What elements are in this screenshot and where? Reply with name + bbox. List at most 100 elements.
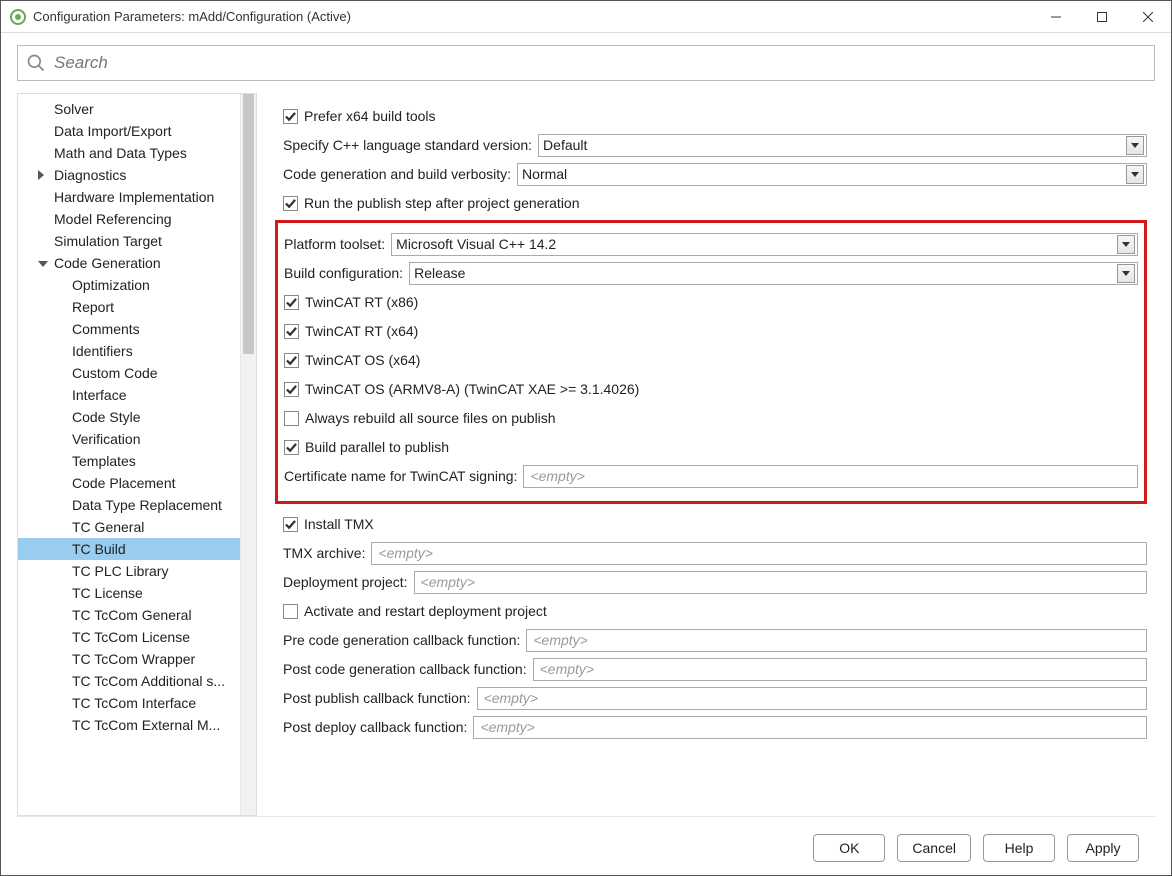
activate-restart-label: Activate and restart deployment project <box>304 603 547 619</box>
always-rebuild-label: Always rebuild all source files on publi… <box>305 410 556 426</box>
ok-button[interactable]: OK <box>813 834 885 862</box>
search-icon <box>26 53 46 73</box>
sidebar-item-math[interactable]: Math and Data Types <box>18 142 240 164</box>
app-icon <box>9 8 27 26</box>
sidebar-item-data-type-repl[interactable]: Data Type Replacement <box>18 494 240 516</box>
pre-gen-input[interactable]: <empty> <box>526 629 1147 652</box>
sidebar-item-model-ref[interactable]: Model Referencing <box>18 208 240 230</box>
toolset-label: Platform toolset: <box>284 236 385 252</box>
run-publish-checkbox[interactable]: Run the publish step after project gener… <box>283 195 580 211</box>
sidebar-item-comments[interactable]: Comments <box>18 318 240 340</box>
sidebar-scrollbar[interactable] <box>240 94 256 815</box>
verbosity-select[interactable]: Normal <box>517 163 1147 186</box>
install-tmx-checkbox[interactable]: Install TMX <box>283 516 374 532</box>
verbosity-label: Code generation and build verbosity: <box>283 166 511 182</box>
build-parallel-label: Build parallel to publish <box>305 439 449 455</box>
cpp-std-value: Default <box>543 137 1126 153</box>
cert-input[interactable]: <empty> <box>523 465 1138 488</box>
chevron-down-icon <box>1126 165 1144 184</box>
highlight-region: Platform toolset: Microsoft Visual C++ 1… <box>275 220 1147 504</box>
sidebar-item-sim-target[interactable]: Simulation Target <box>18 230 240 252</box>
post-publish-label: Post publish callback function: <box>283 690 471 706</box>
toolset-select[interactable]: Microsoft Visual C++ 14.2 <box>391 233 1138 256</box>
twincat-rt-x86-checkbox[interactable]: TwinCAT RT (x86) <box>284 294 418 310</box>
chevron-down-icon <box>1126 136 1144 155</box>
sidebar-item-hardware[interactable]: Hardware Implementation <box>18 186 240 208</box>
help-button[interactable]: Help <box>983 834 1055 862</box>
sidebar-item-interface[interactable]: Interface <box>18 384 240 406</box>
window-title: Configuration Parameters: mAdd/Configura… <box>33 9 1033 24</box>
settings-panel: Prefer x64 build tools Specify C++ langu… <box>257 93 1147 816</box>
cpp-std-label: Specify C++ language standard version: <box>283 137 532 153</box>
sidebar-item-report[interactable]: Report <box>18 296 240 318</box>
sidebar-item-tccom-external[interactable]: TC TcCom External M... <box>18 714 240 736</box>
pre-gen-label: Pre code generation callback function: <box>283 632 520 648</box>
cancel-button[interactable]: Cancel <box>897 834 971 862</box>
sidebar-item-data-import[interactable]: Data Import/Export <box>18 120 240 142</box>
tmx-archive-label: TMX archive: <box>283 545 365 561</box>
tmx-archive-placeholder: <empty> <box>378 545 432 561</box>
verbosity-value: Normal <box>522 166 1126 182</box>
twincat-os-arm-label: TwinCAT OS (ARMV8-A) (TwinCAT XAE >= 3.1… <box>305 381 639 397</box>
sidebar-item-optimization[interactable]: Optimization <box>18 274 240 296</box>
tmx-archive-input[interactable]: <empty> <box>371 542 1147 565</box>
sidebar-item-custom-code[interactable]: Custom Code <box>18 362 240 384</box>
build-parallel-checkbox[interactable]: Build parallel to publish <box>284 439 449 455</box>
minimize-button[interactable] <box>1033 1 1079 33</box>
activate-restart-checkbox[interactable]: Activate and restart deployment project <box>283 603 547 619</box>
sidebar-item-diagnostics[interactable]: Diagnostics <box>18 164 240 186</box>
twincat-rt-x64-label: TwinCAT RT (x64) <box>305 323 418 339</box>
sidebar-item-tccom-general[interactable]: TC TcCom General <box>18 604 240 626</box>
chevron-down-icon <box>1117 264 1135 283</box>
post-publish-input[interactable]: <empty> <box>477 687 1147 710</box>
always-rebuild-checkbox[interactable]: Always rebuild all source files on publi… <box>284 410 556 426</box>
twincat-os-x64-checkbox[interactable]: TwinCAT OS (x64) <box>284 352 420 368</box>
sidebar-item-tc-license[interactable]: TC License <box>18 582 240 604</box>
sidebar-item-verification[interactable]: Verification <box>18 428 240 450</box>
twincat-rt-x86-label: TwinCAT RT (x86) <box>305 294 418 310</box>
post-gen-placeholder: <empty> <box>540 661 594 677</box>
post-publish-placeholder: <empty> <box>484 690 538 706</box>
post-gen-label: Post code generation callback function: <box>283 661 527 677</box>
post-deploy-input[interactable]: <empty> <box>473 716 1147 739</box>
sidebar-item-code-gen[interactable]: Code Generation <box>18 252 240 274</box>
sidebar-item-tccom-wrapper[interactable]: TC TcCom Wrapper <box>18 648 240 670</box>
checkbox-icon <box>283 517 298 532</box>
post-gen-input[interactable]: <empty> <box>533 658 1147 681</box>
twincat-os-arm-checkbox[interactable]: TwinCAT OS (ARMV8-A) (TwinCAT XAE >= 3.1… <box>284 381 639 397</box>
search-box[interactable] <box>17 45 1155 81</box>
twincat-rt-x64-checkbox[interactable]: TwinCAT RT (x64) <box>284 323 418 339</box>
twincat-os-x64-label: TwinCAT OS (x64) <box>305 352 420 368</box>
footer: OK Cancel Help Apply <box>17 825 1155 871</box>
search-input[interactable] <box>52 52 1146 74</box>
sidebar-item-tccom-license[interactable]: TC TcCom License <box>18 626 240 648</box>
maximize-button[interactable] <box>1079 1 1125 33</box>
chevron-down-icon <box>1117 235 1135 254</box>
sidebar-item-solver[interactable]: Solver <box>18 98 240 120</box>
sidebar-item-identifiers[interactable]: Identifiers <box>18 340 240 362</box>
pre-gen-placeholder: <empty> <box>533 632 587 648</box>
sidebar-tree: Solver Data Import/Export Math and Data … <box>18 94 240 815</box>
checkbox-icon <box>283 109 298 124</box>
sidebar-item-code-style[interactable]: Code Style <box>18 406 240 428</box>
buildcfg-select[interactable]: Release <box>409 262 1138 285</box>
cert-label: Certificate name for TwinCAT signing: <box>284 468 517 484</box>
sidebar-item-templates[interactable]: Templates <box>18 450 240 472</box>
checkbox-icon <box>284 382 299 397</box>
sidebar-item-tccom-interface[interactable]: TC TcCom Interface <box>18 692 240 714</box>
sidebar-item-tc-general[interactable]: TC General <box>18 516 240 538</box>
cpp-std-select[interactable]: Default <box>538 134 1147 157</box>
post-deploy-placeholder: <empty> <box>480 719 534 735</box>
prefer-x64-checkbox[interactable]: Prefer x64 build tools <box>283 108 436 124</box>
apply-button[interactable]: Apply <box>1067 834 1139 862</box>
deploy-proj-label: Deployment project: <box>283 574 408 590</box>
sidebar-item-tc-build[interactable]: TC Build <box>18 538 240 560</box>
content-area: Solver Data Import/Export Math and Data … <box>1 33 1171 875</box>
sidebar-item-code-placement[interactable]: Code Placement <box>18 472 240 494</box>
sidebar-item-tc-plc[interactable]: TC PLC Library <box>18 560 240 582</box>
close-button[interactable] <box>1125 1 1171 33</box>
sidebar-item-tccom-additional[interactable]: TC TcCom Additional s... <box>18 670 240 692</box>
deploy-proj-input[interactable]: <empty> <box>414 571 1147 594</box>
scroll-thumb[interactable] <box>243 94 254 354</box>
cert-placeholder: <empty> <box>530 468 584 484</box>
